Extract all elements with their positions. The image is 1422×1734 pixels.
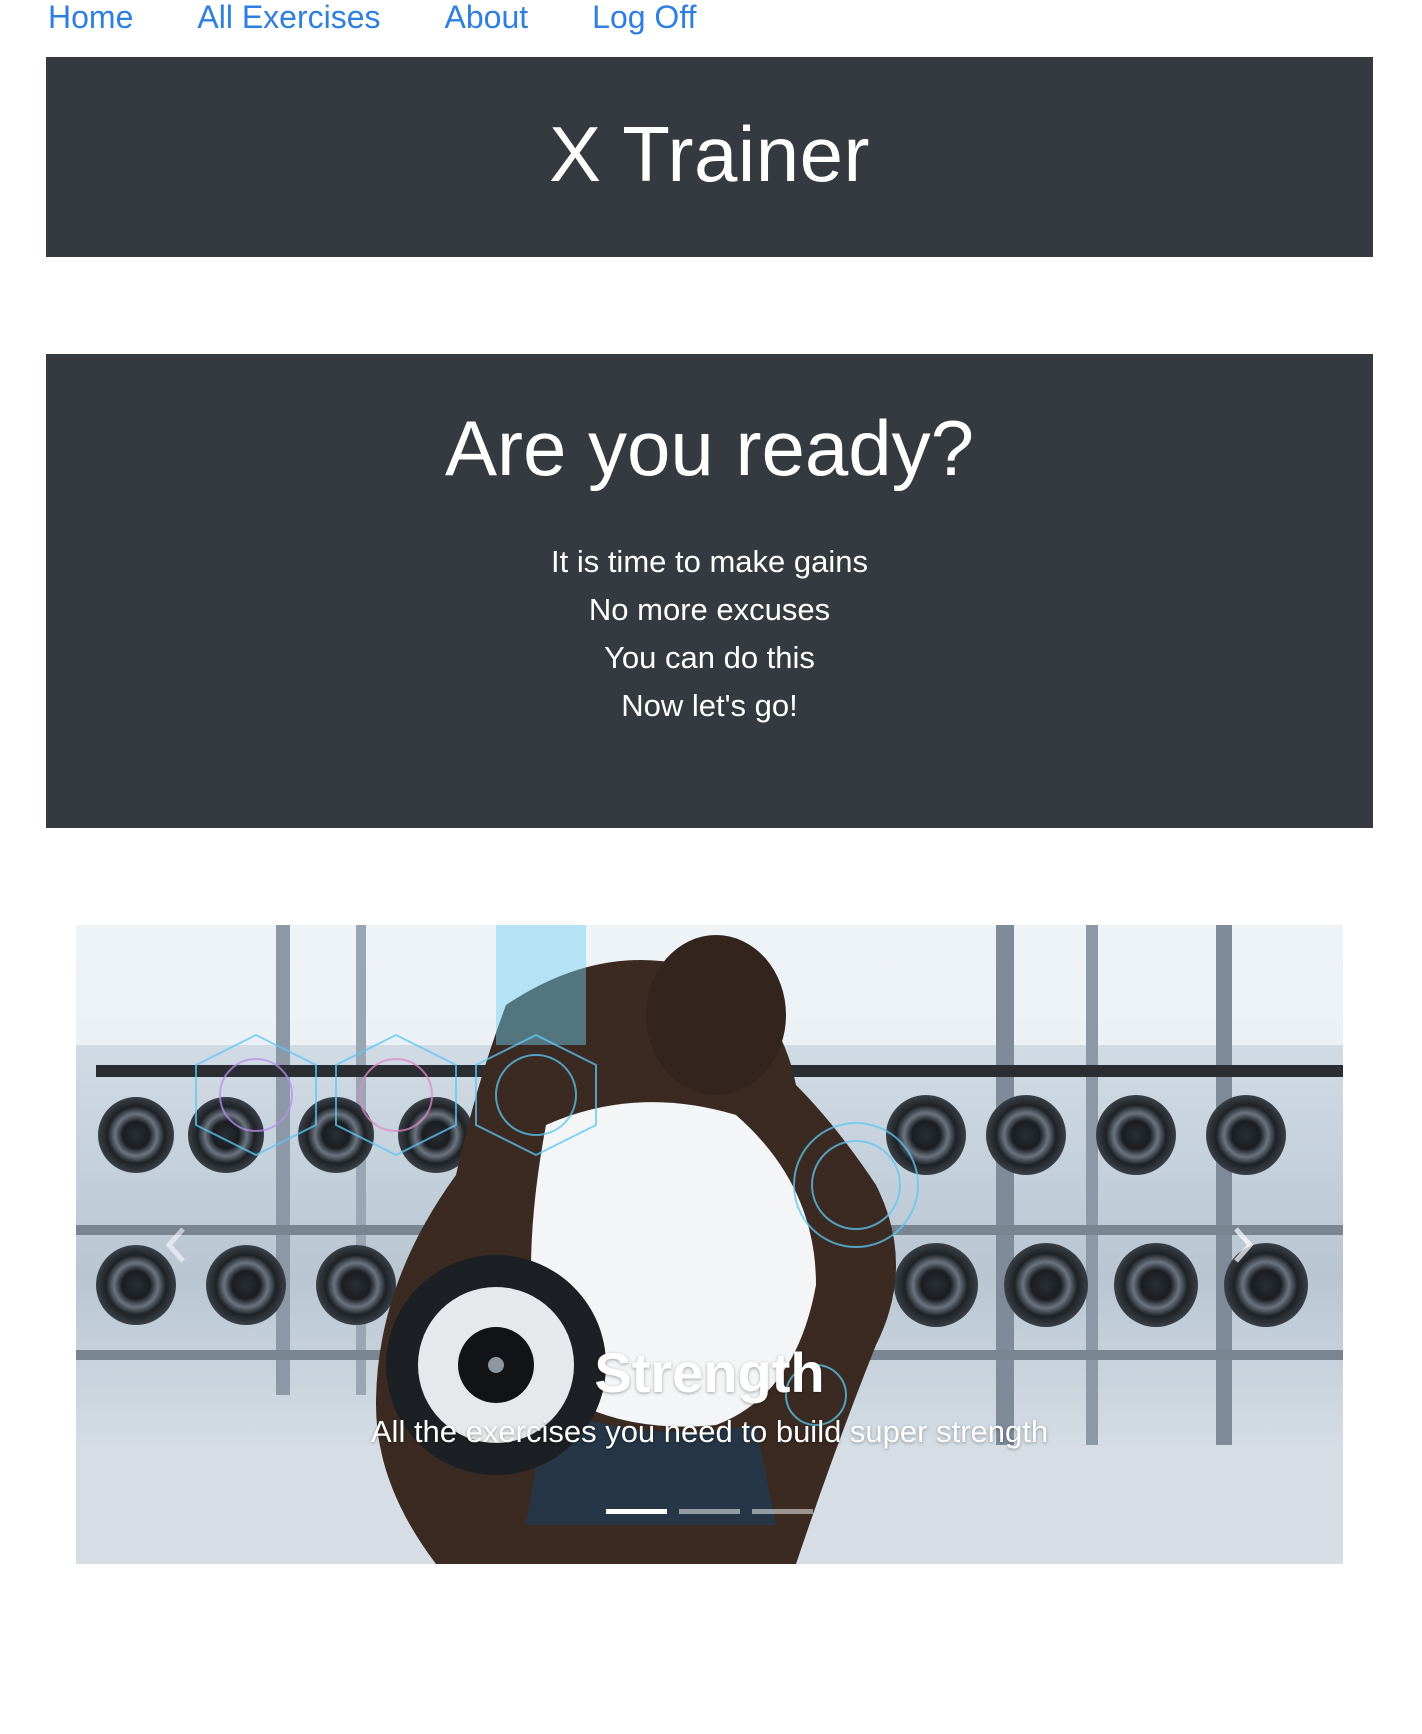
carousel-indicator-2[interactable]	[679, 1509, 740, 1514]
hero-line: No more excuses	[588, 592, 831, 627]
title-banner: X Trainer	[46, 57, 1373, 257]
caption-title: Strength	[594, 1341, 825, 1404]
nav-link-about[interactable]: About	[445, 0, 529, 34]
nav-link-all-exercises[interactable]: All Exercises	[197, 0, 380, 34]
carousel-slide-image	[76, 925, 1343, 1564]
chevron-right-icon	[1234, 1227, 1254, 1263]
carousel-prev-control[interactable]	[116, 1185, 236, 1305]
site-title: X Trainer	[549, 110, 870, 198]
nav-link-log-off[interactable]: Log Off	[592, 0, 696, 34]
hero-line: Now let's go!	[621, 688, 798, 723]
carousel-indicators	[76, 1509, 1343, 1514]
caption-text: All the exercises you need to build supe…	[370, 1414, 1049, 1449]
image-carousel: Strength All the exercises you need to b…	[76, 925, 1343, 1564]
hero-line: It is time to make gains	[550, 544, 868, 579]
carousel-indicator-3[interactable]	[752, 1509, 813, 1514]
nav-link-home[interactable]: Home	[48, 0, 133, 34]
chevron-left-icon	[165, 1227, 185, 1263]
top-nav: Home All Exercises About Log Off	[48, 0, 761, 40]
hero-line: You can do this	[604, 640, 815, 675]
carousel-next-control[interactable]	[1183, 1185, 1303, 1305]
hero-jumbotron: Are you ready? It is time to make gains …	[46, 354, 1373, 828]
hero-text: It is time to make gains No more excuses…	[46, 538, 1373, 730]
carousel-caption: Strength All the exercises you need to b…	[76, 1338, 1343, 1454]
hero-heading: Are you ready?	[445, 404, 974, 492]
carousel-indicator-1[interactable]	[606, 1509, 667, 1514]
